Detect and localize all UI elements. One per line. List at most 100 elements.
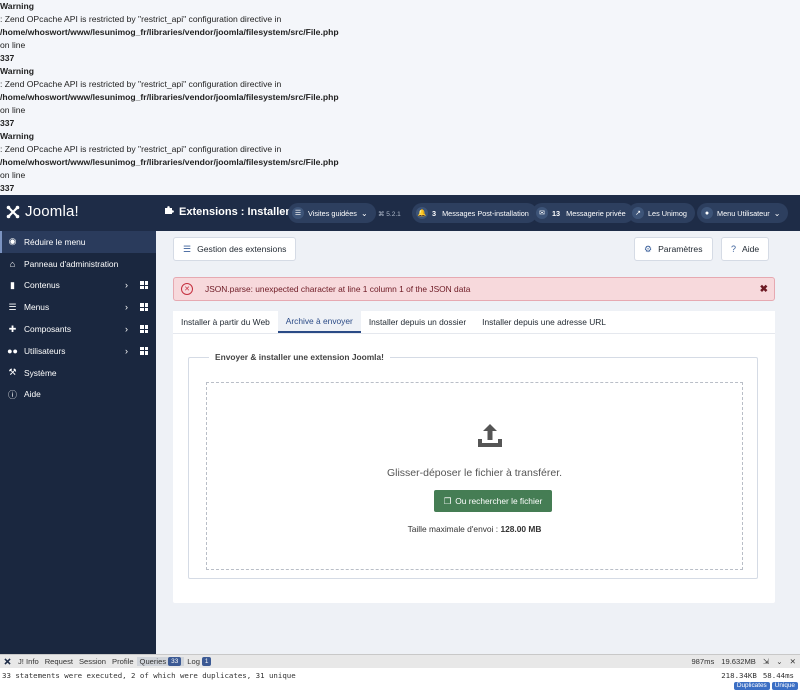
browse-file-button[interactable]: ❐ Ou rechercher le fichier [434,490,552,512]
guided-tours-button[interactable]: ☰ Visites guidées ⌄ [288,203,376,223]
dashboard-grid-icon[interactable] [140,281,148,290]
puzzle-icon: ✚ [8,323,17,334]
tab-install-from-folder[interactable]: Installer depuis un dossier [361,311,474,333]
wrench-icon: ⚒ [8,367,17,378]
home-icon: ⌂ [9,258,16,269]
warning-block: Warning : Zend OPcache API is restricted… [0,65,800,130]
site-link-button[interactable]: ↗ Les Unimog [628,203,695,223]
private-messages-button[interactable]: ✉ 13 Messagerie privée [532,203,634,223]
debug-bar: J! Info Request Session Profile Queries … [0,654,800,668]
sidebar-item-label: Système [24,367,57,378]
main-content: ☰ Gestion des extensions ⚙ Paramètres ? … [156,231,800,654]
alert-message: JSON.parse: unexpected character at line… [205,284,471,294]
chevron-down-icon: ⌄ [360,208,368,218]
php-warnings: Warning : Zend OPcache API is restricted… [0,0,800,195]
debug-tab-info[interactable]: J! Info [15,657,42,666]
sidebar-item-label: Utilisateurs [24,345,66,356]
users-icon: ●● [7,345,18,356]
messages-count: 13 [552,208,561,218]
page-title-text: Extensions : Installer [179,205,290,218]
sidebar-item-menus[interactable]: ☰ Menus › [0,296,156,318]
max-upload-size: Taille maximale d'envoi : 128.00 MB [207,524,742,534]
sidebar-item-system[interactable]: ⚒ Système [0,362,156,384]
tab-install-from-web[interactable]: Installer à partir du Web [173,311,278,333]
debug-stats: 987ms 19.632MB ⇲ ⌄ ✕ [691,657,796,666]
copy-icon: ❐ [443,496,452,506]
debug-tab-request[interactable]: Request [42,657,76,666]
warning-path: /home/whoswort/www/lesunimog_fr/librarie… [0,157,339,167]
puzzle-icon [164,205,174,218]
manage-extensions-button[interactable]: ☰ Gestion des extensions [173,237,297,261]
sidebar-item-dashboard[interactable]: ⌂ Panneau d'administration [0,253,156,275]
debug-tab-queries[interactable]: Queries 33 [136,657,185,666]
request-time: 987ms [691,657,715,666]
drop-instructions: Glisser-déposer le fichier à transférer. [386,467,563,479]
sidebar-item-label: Aide [24,389,41,400]
admin-header: Joomla! Extensions : Installer ☰ Visites… [0,195,800,231]
chevron-right-icon: › [125,280,128,291]
info-icon: ⓘ [7,389,17,400]
warning-message: : Zend OPcache API is restricted by "res… [0,79,282,89]
user-menu-button[interactable]: ● Menu Utilisateur ⌄ [697,203,789,223]
debug-tab-log[interactable]: Log 1 [184,657,214,666]
dashboard-grid-icon[interactable] [140,303,148,312]
upload-icon [475,421,505,451]
options-button[interactable]: ⚙ Paramètres [634,237,713,261]
drop-zone[interactable]: Glisser-déposer le fichier à transférer.… [206,382,743,570]
sidebar-item-help[interactable]: ⓘ Aide [0,384,156,406]
queries-stats: 218.34KB 58.44ms [721,671,794,680]
tab-install-from-url[interactable]: Installer depuis une adresse URL [474,311,614,333]
close-icon[interactable]: ✕ [790,657,796,666]
chevron-down-icon[interactable]: ⌄ [776,657,782,666]
joomla-debug-icon[interactable] [0,657,15,666]
queries-duration: 58.44ms [762,671,794,680]
version-label: ⌘ 5.2.1 [378,211,401,218]
duplicates-filter[interactable]: Duplicates [733,682,770,690]
debug-tab-session[interactable]: Session [76,657,109,666]
queries-count-badge: 33 [168,657,182,666]
warning-online: on line [0,170,26,180]
manage-extensions-label: Gestion des extensions [197,244,287,254]
options-label: Paramètres [658,244,703,254]
error-alert: ✕ JSON.parse: unexpected character at li… [173,277,775,301]
joomla-logo-icon [6,205,20,219]
messages-label: Messagerie privée [566,208,626,218]
help-button[interactable]: ? Aide [721,237,770,261]
tab-upload-package[interactable]: Archive à envoyer [277,311,361,333]
dashboard-grid-icon[interactable] [140,325,148,334]
open-in-window-icon[interactable]: ⇲ [763,657,769,666]
user-icon: ● [701,207,713,219]
max-size-label: Taille maximale d'envoi : [407,524,499,534]
debug-panel: 33 statements were executed, 2 of which … [0,668,800,691]
tour-icon: ☰ [292,207,304,219]
close-icon[interactable]: ✖ [760,284,768,295]
warning-label: Warning [0,1,35,11]
sidebar-item-label: Composants [24,324,72,335]
gear-icon: ⚙ [644,243,653,254]
upload-legend: Envoyer & installer une extension Joomla… [209,352,390,362]
joomla-logo[interactable]: Joomla! [6,203,79,220]
postinstall-messages-button[interactable]: 🔔 3 Messages Post-installation [412,203,537,223]
warning-online: on line [0,40,26,50]
chevron-right-icon: › [125,302,128,313]
sidebar-item-collapse[interactable]: ◉ Réduire le menu [0,231,156,253]
list-icon: ☰ [183,243,192,254]
list-icon: ☰ [8,301,17,312]
queries-size: 218.34KB [721,671,757,680]
unique-filter[interactable]: Unique [771,682,798,690]
installer-tabs: Installer à partir du Web Archive à envo… [173,311,775,334]
sidebar-item-label: Menus [24,302,50,313]
page-title: Extensions : Installer [164,205,290,218]
warning-label: Warning [0,131,35,141]
sidebar-item-label: Panneau d'administration [24,258,119,269]
sidebar-item-components[interactable]: ✚ Composants › [0,318,156,340]
sidebar-item-content[interactable]: ▮ Contenus › [0,275,156,297]
warning-line-number: 337 [0,53,15,63]
sidebar-item-users[interactable]: ●● Utilisateurs › [0,340,156,362]
external-link-icon: ↗ [632,207,644,219]
debug-tab-profile[interactable]: Profile [109,657,137,666]
warning-block: Warning : Zend OPcache API is restricted… [0,130,800,195]
log-count-badge: 1 [201,657,212,666]
dashboard-grid-icon[interactable] [140,346,148,355]
upload-fieldset: Envoyer & installer une extension Joomla… [188,352,758,579]
